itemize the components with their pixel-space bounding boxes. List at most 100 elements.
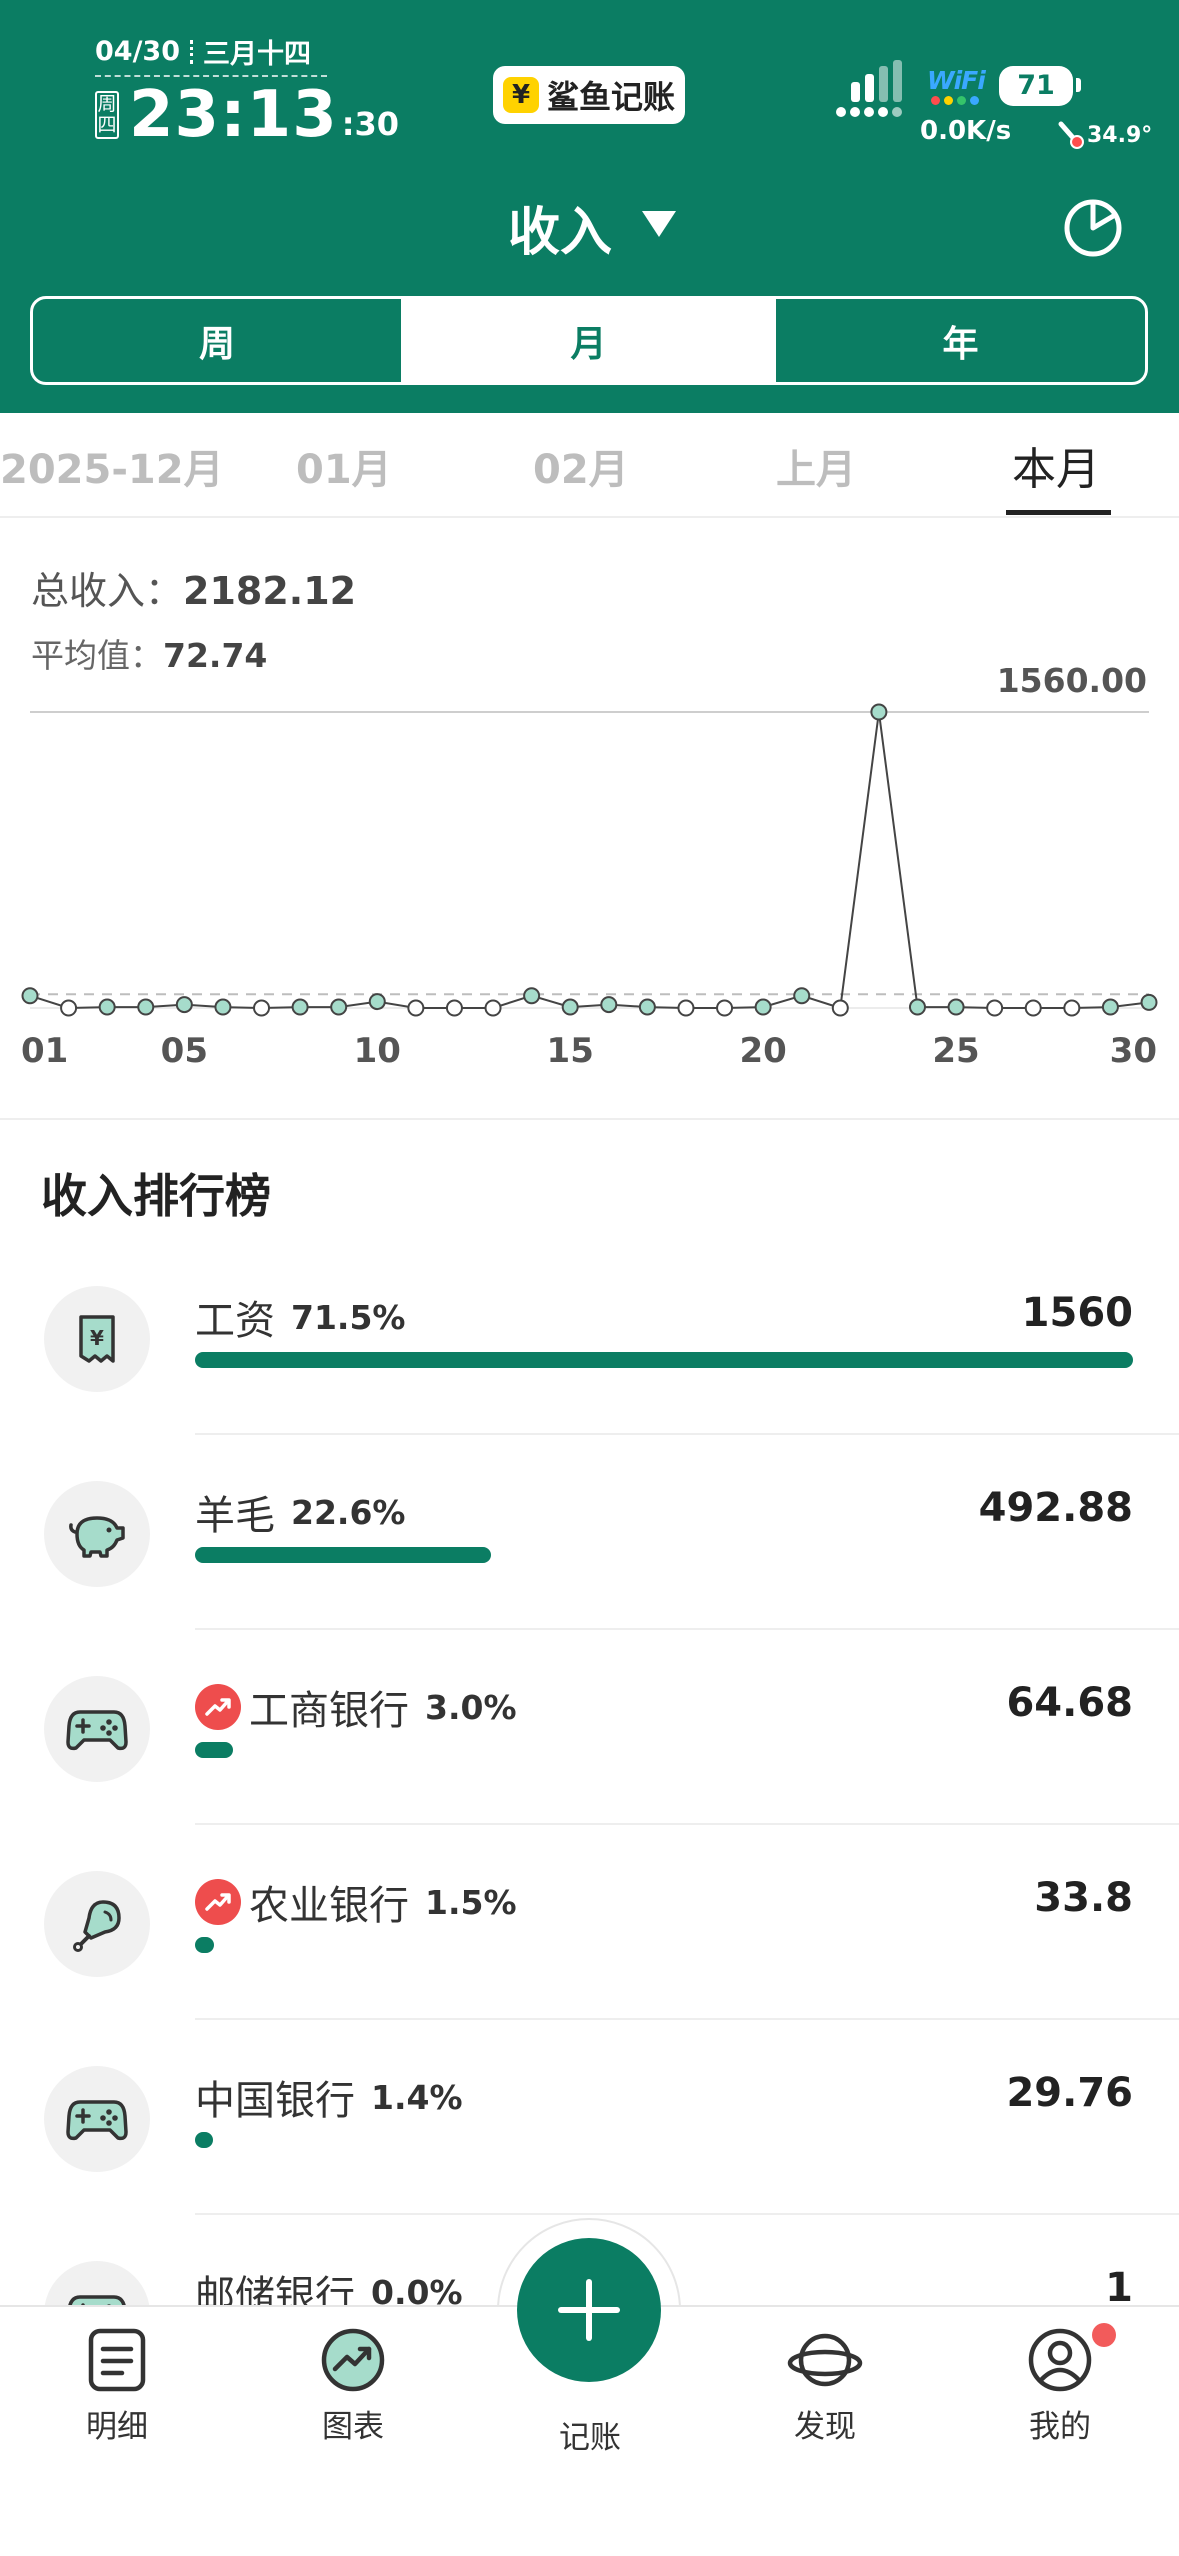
total-income-value: 2182.12 bbox=[183, 569, 357, 613]
data-point bbox=[214, 998, 232, 1016]
tab-year[interactable]: 年 bbox=[776, 299, 1145, 382]
battery-indicator: 71 bbox=[999, 66, 1073, 106]
x-tick-label: 30 bbox=[1110, 1031, 1157, 1071]
date-separator bbox=[190, 39, 194, 64]
data-point bbox=[986, 999, 1004, 1017]
series-line bbox=[29, 711, 1150, 1010]
page-title[interactable]: 收入 bbox=[508, 190, 612, 265]
nav-details[interactable]: 明细 bbox=[47, 2327, 187, 2446]
nav-charts[interactable]: 图表 bbox=[283, 2327, 423, 2446]
category-name-line: 农业银行 1.5% bbox=[195, 1873, 517, 1931]
tab-month[interactable]: 月 bbox=[401, 299, 776, 382]
status-lunar-date: 三月十四 bbox=[203, 39, 312, 70]
status-date: 04/30 bbox=[95, 36, 181, 67]
notification-dot bbox=[1092, 2323, 1116, 2347]
ranking-row[interactable]: ¥ 工资 71.5% 1560 bbox=[0, 1240, 1179, 1435]
nav-charts-label: 图表 bbox=[322, 2409, 384, 2445]
data-point bbox=[908, 998, 926, 1016]
add-record-button[interactable] bbox=[517, 2238, 661, 2382]
data-point bbox=[98, 998, 116, 1016]
category-progress-bar bbox=[195, 2132, 213, 2148]
status-weekday: 周四 bbox=[95, 91, 119, 139]
data-point bbox=[523, 987, 541, 1005]
status-clock: 04/30 三月十四 周四 23:13 :30 bbox=[95, 32, 399, 147]
data-point bbox=[793, 987, 811, 1005]
gamepad-icon bbox=[66, 1704, 128, 1754]
income-line-chart[interactable]: 1560.00 01 05 10 15 20 25 30 bbox=[0, 650, 1179, 1080]
data-point bbox=[1101, 998, 1119, 1016]
ranking-row[interactable]: 中国银行 1.4% 29.76 bbox=[0, 2020, 1179, 2215]
month-tabs: 2025-12月 01月 02月 上月 本月 bbox=[0, 413, 1179, 518]
month-tab-2025-12[interactable]: 2025-12月 bbox=[0, 437, 224, 495]
data-point bbox=[561, 998, 579, 1016]
ranking-row[interactable]: 工商银行 3.0% 64.68 bbox=[0, 1630, 1179, 1825]
x-tick-label: 10 bbox=[354, 1031, 401, 1071]
category-name: 中国银行 bbox=[195, 2078, 355, 2124]
status-indicators: WiFi 71 0.0K/s 34.9° bbox=[835, 60, 1152, 155]
nav-discover[interactable]: 发现 bbox=[755, 2327, 895, 2446]
data-point bbox=[330, 998, 348, 1016]
title-row: 收入 bbox=[0, 185, 1179, 265]
add-record-label: 记账 bbox=[559, 2420, 621, 2456]
category-name-line: 工商银行 3.0% bbox=[195, 1678, 517, 1736]
wifi-label: WiFi bbox=[927, 66, 986, 95]
data-point bbox=[60, 999, 78, 1017]
x-tick-label: 05 bbox=[161, 1031, 208, 1071]
nav-details-label: 明细 bbox=[86, 2409, 148, 2445]
data-point bbox=[368, 993, 386, 1011]
category-percent: 1.4% bbox=[371, 2077, 463, 2117]
active-tab-underline bbox=[1006, 510, 1111, 515]
month-tab-02[interactable]: 02月 bbox=[533, 437, 629, 495]
month-tab-last[interactable]: 上月 bbox=[776, 437, 856, 495]
piggy-bank-icon bbox=[67, 1506, 127, 1562]
data-point bbox=[445, 999, 463, 1017]
status-seconds: :30 bbox=[341, 105, 400, 143]
thermometer-icon bbox=[1058, 121, 1084, 149]
month-tab-01[interactable]: 01月 bbox=[296, 437, 392, 495]
category-amount: 1560 bbox=[1021, 1290, 1133, 1336]
network-speed: 0.0K/s bbox=[920, 116, 1012, 146]
header: 04/30 三月十四 周四 23:13 :30 ¥ 鲨鱼记账 WiFi 71 0… bbox=[0, 0, 1179, 413]
category-amount: 33.8 bbox=[1034, 1875, 1133, 1921]
svg-text:¥: ¥ bbox=[90, 1326, 104, 1350]
app-name: 鲨鱼记账 bbox=[546, 78, 675, 116]
category-amount: 29.76 bbox=[1006, 2070, 1133, 2116]
ranking-row[interactable]: 农业银行 1.5% 33.8 bbox=[0, 1825, 1179, 2020]
data-point bbox=[137, 998, 155, 1016]
ranking-row[interactable]: 羊毛 22.6% 492.88 bbox=[0, 1435, 1179, 1630]
trend-badge-icon bbox=[195, 1879, 241, 1925]
receipt-icon: ¥ bbox=[69, 1311, 125, 1367]
category-percent: 1.5% bbox=[425, 1882, 517, 1922]
data-point bbox=[677, 999, 695, 1017]
category-percent: 71.5% bbox=[291, 1297, 406, 1337]
data-point bbox=[1140, 993, 1158, 1011]
total-income-label: 总收入： bbox=[31, 569, 184, 613]
signal-icon bbox=[836, 60, 902, 117]
trend-badge-icon bbox=[195, 1684, 241, 1730]
data-point bbox=[407, 999, 425, 1017]
data-point bbox=[600, 996, 618, 1014]
category-name: 工资 bbox=[195, 1298, 275, 1344]
data-point bbox=[21, 987, 39, 1005]
data-point bbox=[484, 999, 502, 1017]
data-point bbox=[253, 999, 271, 1017]
category-progress-bar bbox=[195, 1937, 214, 1953]
category-amount: 492.88 bbox=[978, 1485, 1133, 1531]
pie-chart-icon[interactable] bbox=[1063, 198, 1123, 258]
x-tick-label: 25 bbox=[932, 1031, 979, 1071]
category-name-line: 中国银行 1.4% bbox=[195, 2068, 463, 2126]
month-tab-current[interactable]: 本月 bbox=[1012, 433, 1100, 497]
category-percent: 22.6% bbox=[291, 1492, 406, 1532]
yen-logo-icon: ¥ bbox=[502, 77, 539, 113]
gamepad-icon bbox=[66, 2094, 128, 2144]
category-icon: ¥ bbox=[44, 1286, 150, 1392]
x-tick-label: 15 bbox=[547, 1031, 594, 1071]
data-point bbox=[638, 998, 656, 1016]
planet-icon bbox=[787, 2333, 863, 2387]
battery-tip bbox=[1076, 78, 1081, 92]
data-point bbox=[1063, 999, 1081, 1017]
category-percent: 3.0% bbox=[425, 1687, 517, 1727]
data-point bbox=[947, 998, 965, 1016]
tab-week[interactable]: 周 bbox=[33, 299, 401, 382]
caret-down-icon[interactable] bbox=[640, 209, 678, 239]
